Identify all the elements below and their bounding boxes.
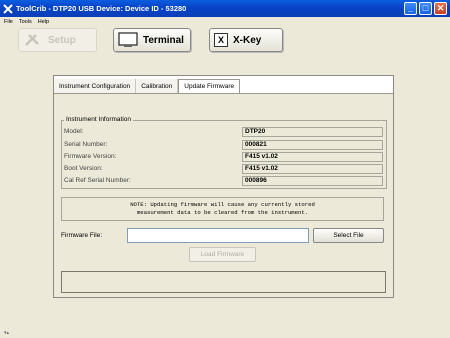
info-label: Serial Number:	[64, 141, 108, 148]
firmware-warning-note: NOTE: Updating firmware will cause any c…	[61, 197, 384, 221]
info-label: Cal Ref Serial Number:	[64, 177, 131, 184]
menu-file[interactable]: File	[4, 19, 13, 25]
status-box	[61, 271, 386, 293]
info-value: F415 v1.02	[242, 151, 383, 162]
maximize-button[interactable]: □	[419, 2, 432, 15]
firmware-file-input[interactable]	[127, 228, 309, 243]
monitor-icon	[118, 32, 138, 47]
info-row-cal-ref: Cal Ref Serial Number: 000896	[64, 175, 384, 186]
load-firmware-button[interactable]: Load Firmware	[189, 247, 256, 262]
info-row-firmware: Firmware Version: F415 v1.02	[64, 151, 384, 162]
title-bar[interactable]: ToolCrib - DTP20 USB Device: Device ID -…	[0, 0, 450, 17]
tab-strip: Instrument Configuration Calibration Upd…	[54, 79, 241, 93]
xkey-button[interactable]: X X-Key	[209, 28, 283, 52]
close-icon: ✕	[436, 3, 445, 13]
wrench-cross-icon[interactable]	[3, 3, 13, 14]
info-value: F415 v1.02	[242, 163, 383, 174]
close-button[interactable]: ✕	[434, 2, 447, 15]
instrument-info-title: Instrument Information	[64, 116, 134, 123]
key-icon: X	[214, 33, 228, 47]
menu-tools[interactable]: Tools	[19, 19, 32, 25]
minimize-icon: _	[407, 3, 413, 13]
firmware-file-label: Firmware File:	[61, 232, 103, 239]
menu-bar: File Tools Help	[0, 17, 450, 26]
info-value: 000896	[242, 175, 383, 186]
info-row-serial: Serial Number: 000821	[64, 139, 384, 150]
setup-button[interactable]: Setup	[18, 28, 97, 52]
terminal-button[interactable]: Terminal	[113, 28, 191, 52]
setup-label: Setup	[48, 34, 76, 46]
info-row-model: Model: DTP20	[64, 126, 384, 137]
info-label: Model:	[64, 128, 84, 135]
window-title: ToolCrib - DTP20 USB Device: Device ID -…	[16, 4, 187, 13]
info-row-boot: Boot Version: F415 v1.02	[64, 163, 384, 174]
info-label: Boot Version:	[64, 165, 103, 172]
info-value: 000821	[242, 139, 383, 150]
terminal-label: Terminal	[143, 34, 184, 46]
resize-grip-icon[interactable]: ▾▴	[4, 330, 9, 336]
tab-instrument-configuration[interactable]: Instrument Configuration	[54, 79, 137, 93]
wrench-screwdriver-icon	[25, 34, 39, 46]
maximize-icon: □	[422, 3, 429, 13]
info-value: DTP20	[242, 126, 383, 137]
tab-update-firmware[interactable]: Update Firmware	[178, 79, 241, 93]
select-file-button[interactable]: Select File	[313, 228, 384, 243]
info-label: Firmware Version:	[64, 153, 117, 160]
tab-calibration[interactable]: Calibration	[136, 79, 179, 93]
xkey-label: X-Key	[233, 34, 262, 46]
minimize-button[interactable]: _	[404, 2, 417, 15]
menu-help[interactable]: Help	[38, 19, 49, 25]
